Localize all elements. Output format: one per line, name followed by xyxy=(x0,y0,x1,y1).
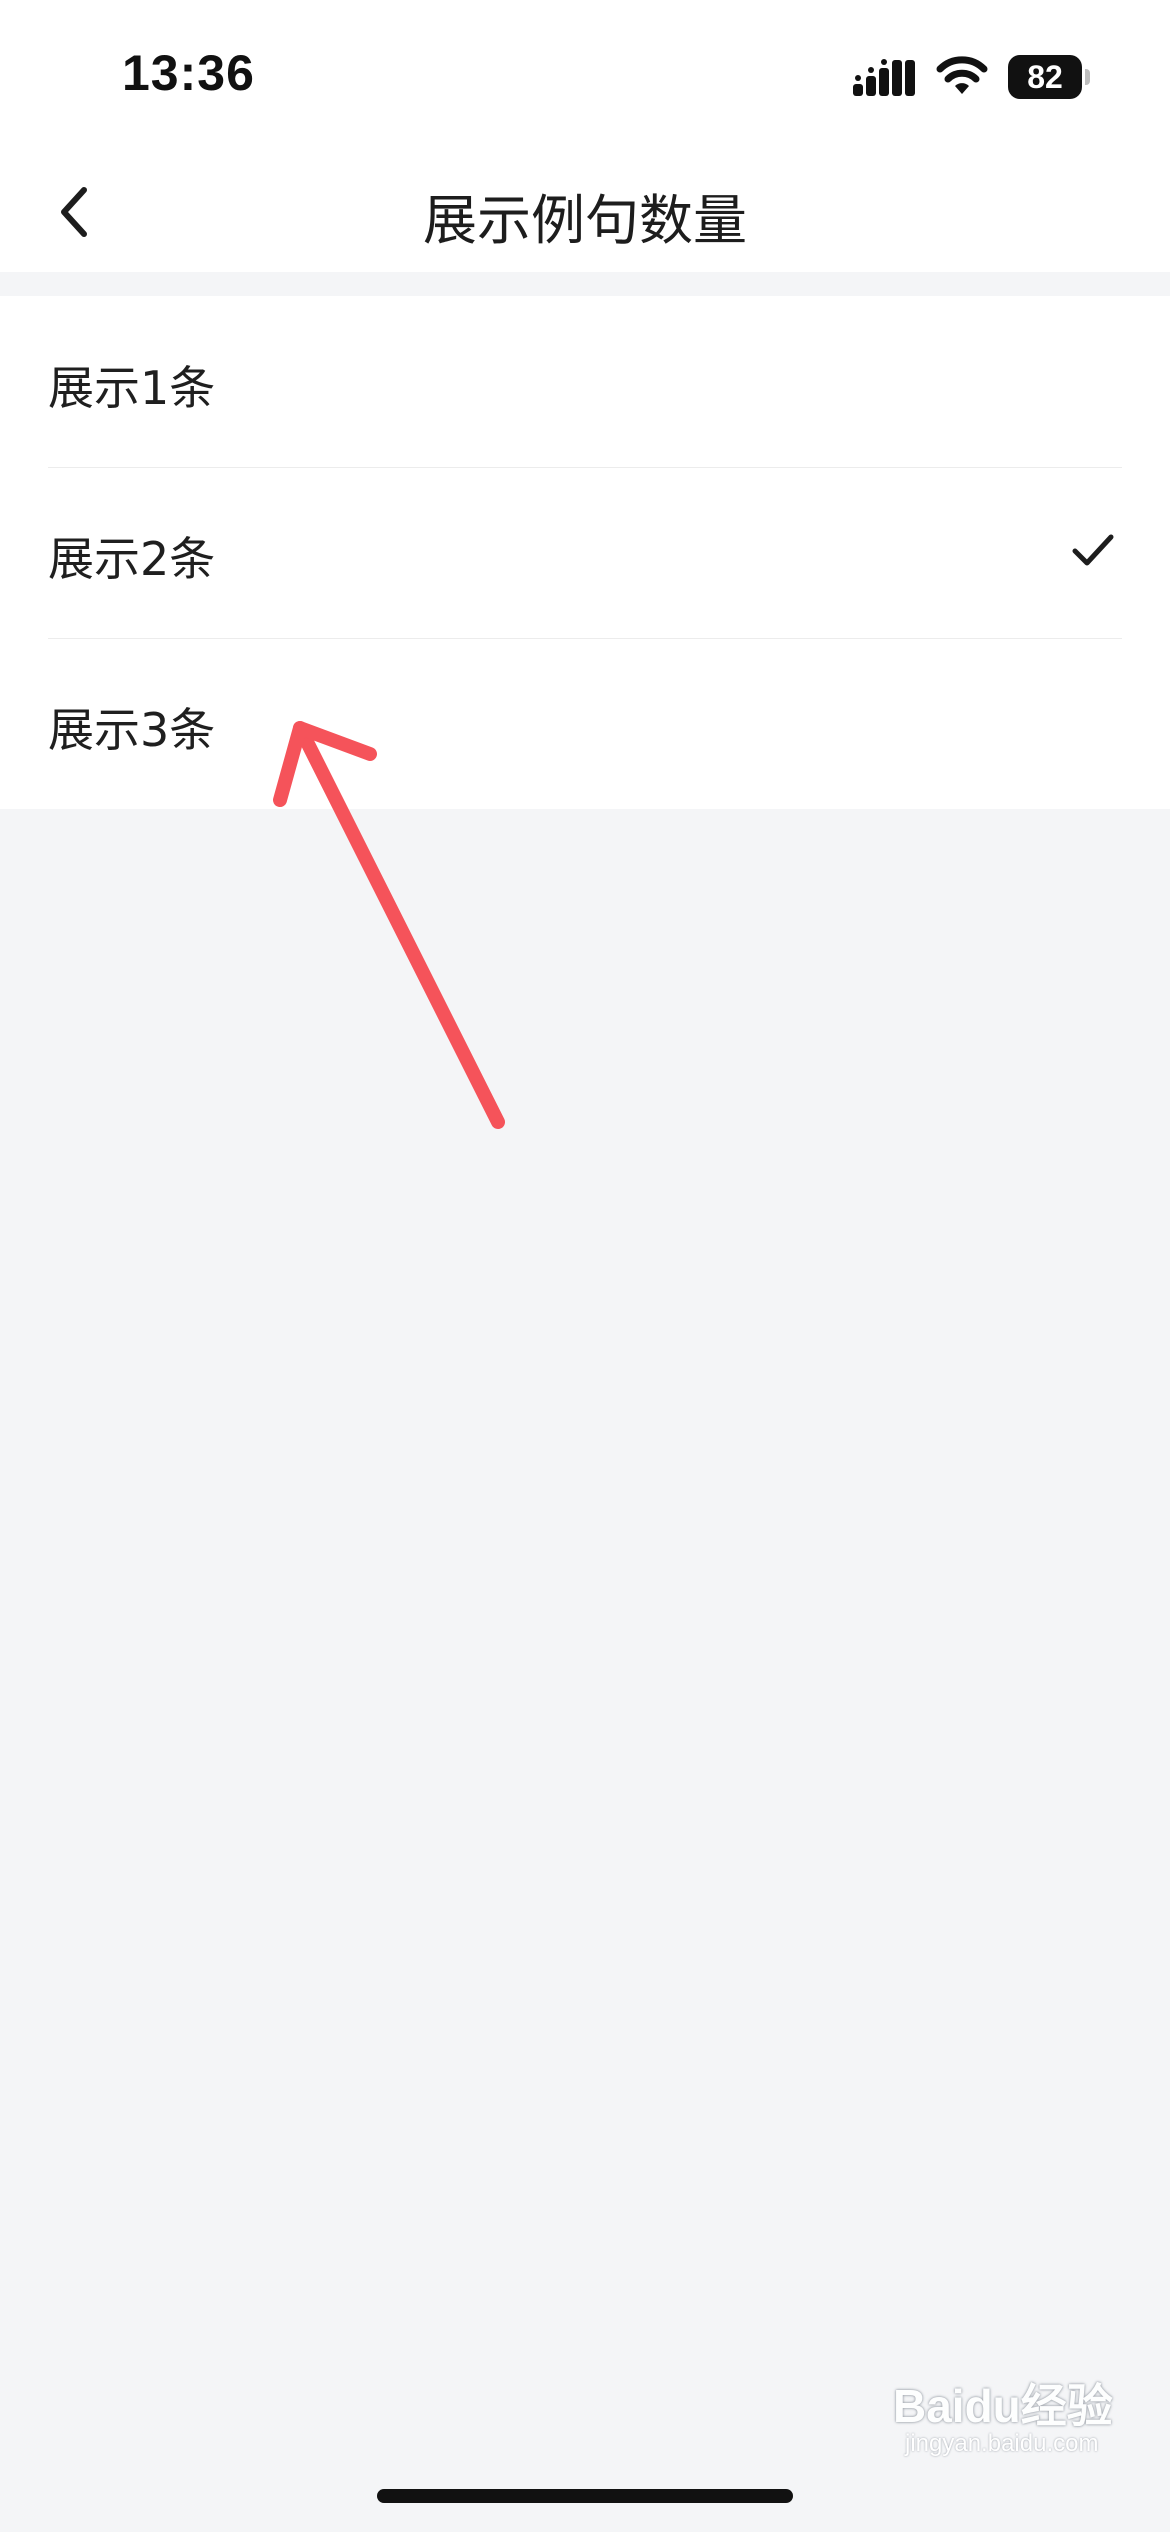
status-bar: 13:36 82 xyxy=(0,0,1170,150)
wifi-icon xyxy=(936,56,988,94)
annotation-arrow xyxy=(273,721,505,1129)
page-title: 展示例句数量 xyxy=(423,189,747,252)
check-icon xyxy=(1072,534,1114,566)
battery-icon: 82 xyxy=(1008,55,1090,99)
battery-level: 82 xyxy=(1008,55,1082,99)
option-show-1[interactable]: 展示1条 xyxy=(0,296,1170,467)
home-indicator[interactable] xyxy=(377,2489,793,2503)
battery-cap xyxy=(1085,69,1090,85)
nav-bar: 展示例句数量 xyxy=(0,150,1170,272)
signal-icon xyxy=(853,59,915,96)
option-label: 展示2条 xyxy=(48,532,216,586)
option-label: 展示3条 xyxy=(48,703,216,757)
option-list: 展示1条 展示2条 展示3条 xyxy=(0,296,1170,809)
status-time: 13:36 xyxy=(122,45,255,101)
option-show-2[interactable]: 展示2条 xyxy=(0,467,1170,638)
option-show-3[interactable]: 展示3条 xyxy=(0,638,1170,809)
watermark-logo: Baidu经验 xyxy=(893,2380,1113,2432)
watermark-url: jingyan.baidu.com xyxy=(905,2430,1099,2457)
option-label: 展示1条 xyxy=(48,361,216,415)
